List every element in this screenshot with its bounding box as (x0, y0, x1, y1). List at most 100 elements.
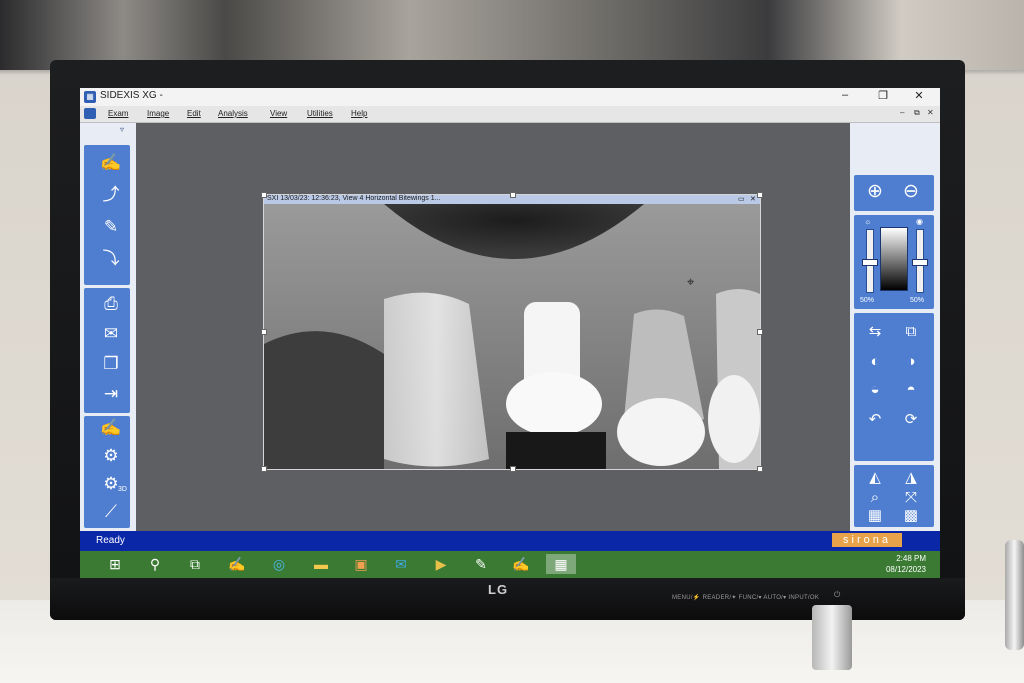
resize-handle[interactable] (261, 329, 267, 335)
implant-crown (506, 372, 602, 436)
zoom-out-icon[interactable]: ⊖ (896, 181, 926, 203)
resize-handle[interactable] (510, 466, 516, 472)
menu-utilities[interactable]: Utilities (307, 109, 333, 118)
gum-gap (506, 432, 606, 469)
monitor-brand-logo: LG (488, 582, 509, 597)
system-clock[interactable]: 2:48 PM 08/12/2023 (886, 553, 926, 575)
zoom-in-icon[interactable]: ⊕ (860, 181, 890, 203)
title-bar: ▦ SIDEXIS XG - – ❐ ✕ (80, 88, 940, 106)
power-icon[interactable]: ⏻ (834, 590, 840, 600)
menu-exam[interactable]: Exam (108, 109, 128, 118)
xray-image[interactable] (264, 204, 760, 469)
label-3d: 3D (118, 486, 127, 493)
close-button[interactable]: ✕ (906, 89, 932, 102)
resize-handle[interactable] (261, 192, 267, 198)
status-text: Ready (96, 535, 125, 546)
maximize-button[interactable]: ❐ (870, 89, 896, 102)
notes-icon[interactable]: ✎ (470, 554, 492, 574)
patient-select-2-icon[interactable]: ✍ (96, 416, 126, 440)
file-explorer-icon[interactable]: ▬ (310, 554, 332, 574)
filter-a-icon[interactable]: ◐ (860, 351, 890, 373)
edit-image-icon[interactable]: ✎ (96, 215, 126, 239)
media-icon[interactable]: ▶ (430, 554, 452, 574)
monitor-button-labels: MENU/⚡ READER/✦ FUNC/▾ AUTO/▾ INPUT/OK (672, 595, 820, 601)
toolbar-group-file: ✍ ⤴ ✎ ⤵ (84, 145, 130, 285)
left-soft-tissue (264, 331, 384, 469)
brightness-slider-knob[interactable] (862, 259, 878, 266)
rotate-icon[interactable]: ⟳ (896, 409, 926, 431)
contrast-preview (880, 227, 908, 291)
resize-handle[interactable] (757, 192, 763, 198)
resize-handle[interactable] (757, 329, 763, 335)
sirona-logo: sirona (832, 533, 902, 547)
left-toolbar: ▿ ✍ ⤴ ✎ ⤵ ⎙ ✉ ❐ ⇥ ✍ ⚙ ⚙ 3D ⟋ (80, 123, 136, 531)
mouse-cursor-icon: ⌖ (687, 274, 695, 289)
grid-2-icon[interactable]: ▩ (896, 507, 926, 525)
toolbar-group-output: ⎙ ✉ ❐ ⇥ (84, 288, 130, 413)
search-icon[interactable]: ⚲ (144, 554, 166, 574)
grid-1-icon[interactable]: ▦ (860, 507, 890, 525)
magnifier-icon[interactable]: ⌕ (860, 487, 890, 509)
export-image-icon[interactable]: ⤴ (96, 183, 126, 207)
xray-device-icon[interactable]: ⚙ (96, 444, 126, 468)
mail-icon[interactable]: ✉ (96, 322, 126, 346)
windows-start-icon[interactable]: ⊞ (104, 554, 126, 574)
menu-view[interactable]: View (270, 109, 287, 118)
resize-handle[interactable] (757, 466, 763, 472)
minimize-button[interactable]: – (832, 89, 858, 101)
image-tools-group: ⇆ ⧉ ◐ ◑ ◒ ◓ ↶ ⟳ (854, 313, 934, 461)
resize-handle[interactable] (510, 192, 516, 198)
mirror-icon[interactable]: ⇆ (860, 321, 890, 343)
xray-window-title: SXI 13/03/23: 12:36:23, View 4 Horizonta… (267, 195, 441, 202)
patient-select-icon[interactable]: ✍ (96, 151, 126, 175)
contrast-slider-knob[interactable] (912, 259, 928, 266)
menu-edit[interactable]: Edit (187, 109, 201, 118)
fit-screen-icon[interactable]: ⤧ (896, 487, 926, 509)
clock-time: 2:48 PM (896, 554, 926, 563)
contrast-icon: ◉ (916, 217, 923, 226)
exit-icon[interactable]: ⇥ (96, 382, 126, 406)
measure-length-icon[interactable]: ◮ (896, 467, 926, 489)
probe-icon[interactable]: ⟋ (96, 500, 126, 524)
zoom-group: ⊕ ⊖ (854, 175, 934, 211)
child-minimize-button[interactable]: – (900, 108, 904, 117)
taskbar: ⊞ ⚲ ⧉ ✍ ◎ ▬ ▣ ✉ ▶ ✎ ✍ ▦ 2:48 PM 08/12/20… (80, 551, 940, 578)
copy-icon[interactable]: ❐ (96, 352, 126, 376)
child-close-button[interactable]: ✕ (927, 108, 934, 117)
measure-angle-icon[interactable]: ◭ (860, 467, 890, 489)
far-right-tooth-crown (708, 375, 760, 463)
split-view-icon[interactable]: ⧉ (896, 321, 926, 343)
store-icon[interactable]: ▣ (350, 554, 372, 574)
import-image-icon[interactable]: ⤵ (96, 247, 126, 271)
right-tooth-crown (617, 398, 705, 466)
filter-c-icon[interactable]: ◒ (860, 379, 890, 401)
menu-help[interactable]: Help (351, 109, 367, 118)
xray-viewer-taskbar-icon[interactable]: ▦ (546, 554, 576, 574)
mail-app-icon[interactable]: ✉ (390, 554, 412, 574)
contrast-percent: 50% (910, 297, 925, 304)
print-icon[interactable]: ⎙ (96, 292, 126, 316)
screen: ▦ SIDEXIS XG - – ❐ ✕ Exam Image Edit Ana… (80, 88, 940, 578)
toolbar-collapse-icon[interactable]: ▿ (120, 125, 124, 134)
menu-image[interactable]: Image (147, 109, 169, 118)
brightness-percent: 50% (860, 297, 875, 304)
xray-minimize-button[interactable]: ▭ (738, 195, 745, 203)
clock-date: 08/12/2023 (885, 565, 926, 574)
xray-image-window[interactable]: SXI 13/03/23: 12:36:23, View 4 Horizonta… (261, 192, 763, 472)
brightness-icon: ☼ (864, 217, 872, 226)
sidexis-app-icon[interactable]: ▦ (84, 91, 96, 103)
resize-handle[interactable] (261, 466, 267, 472)
right-toolbar: ⊕ ⊖ ☼ ◉ 50% 50% ⇆ ⧉ ◐ ◑ ◒ ◓ ↶ ⟳ ◭ ◮ ⌕ ⤧ … (850, 123, 940, 531)
edge-browser-icon[interactable]: ◎ (268, 554, 290, 574)
sidexis-2-taskbar-icon[interactable]: ✍ (510, 554, 532, 574)
brightness-contrast-group: ☼ ◉ 50% 50% (854, 215, 934, 309)
task-view-icon[interactable]: ⧉ (184, 554, 206, 574)
sidexis-taskbar-icon[interactable]: ✍ (226, 554, 248, 574)
document-icon[interactable] (84, 108, 96, 119)
undo-icon[interactable]: ↶ (860, 409, 890, 431)
child-restore-button[interactable]: ⧉ (914, 108, 920, 118)
menu-analysis[interactable]: Analysis (218, 109, 248, 118)
filter-b-icon[interactable]: ◑ (896, 351, 926, 373)
xray-close-button[interactable]: ✕ (750, 195, 756, 203)
filter-d-icon[interactable]: ◓ (896, 379, 926, 401)
